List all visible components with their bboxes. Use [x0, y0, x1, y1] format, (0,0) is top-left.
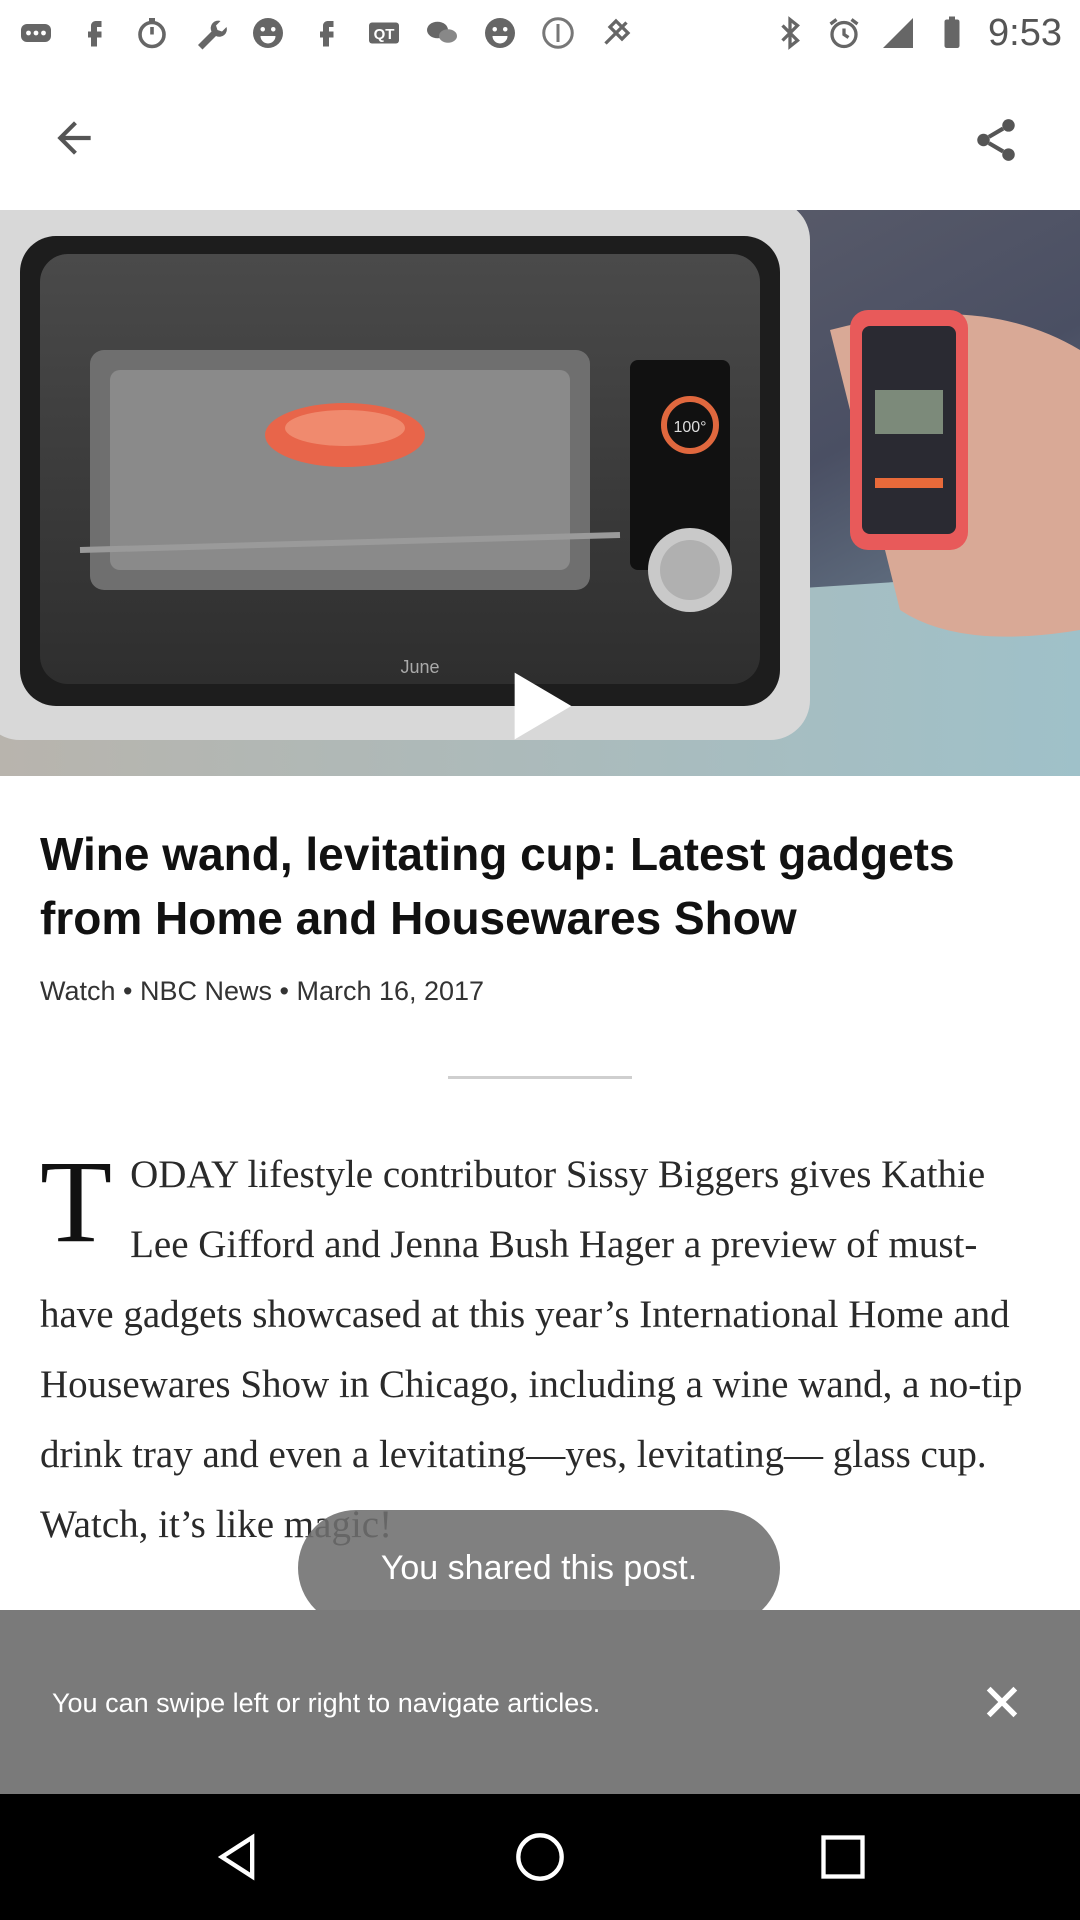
nav-recents-icon: [821, 1835, 865, 1879]
facebook-icon: [308, 15, 344, 51]
nav-recents-button[interactable]: [810, 1824, 876, 1890]
divider: [448, 1076, 632, 1079]
facebook-icon: [76, 15, 112, 51]
play-button[interactable]: [490, 658, 586, 754]
shared-toast: You shared this post.: [298, 1510, 780, 1626]
toast-message: You shared this post.: [380, 1548, 698, 1587]
notification-icons: QT: [18, 15, 772, 51]
emoji-icon: [250, 15, 286, 51]
share-icon: [977, 119, 1015, 161]
system-icons: 9:53: [772, 12, 1062, 55]
article-title: Wine wand, levitating cup: Latest gadget…: [40, 828, 955, 944]
snackbar-message: You can swipe left or right to navigate …: [52, 1688, 601, 1718]
nav-home-button[interactable]: [507, 1824, 573, 1890]
swipe-hint-snackbar: You can swipe left or right to navigate …: [0, 1610, 1080, 1794]
bluetooth-icon: [772, 15, 808, 51]
nav-back-button[interactable]: [204, 1824, 270, 1890]
share-button[interactable]: [960, 104, 1032, 176]
article-meta: Watch • NBC News • March 16, 2017: [40, 976, 485, 1006]
oven-readout: 100°: [673, 419, 706, 436]
nav-home-icon: [516, 1833, 564, 1881]
back-button[interactable]: [38, 102, 110, 174]
info-icon: [540, 15, 576, 51]
oven-brand: June: [400, 657, 439, 677]
wechat-icon: [424, 15, 460, 51]
drop-cap: T: [40, 1140, 113, 1267]
fake-gps-icon: [598, 15, 634, 51]
article-body-text: ODAY lifestyle contributor Sissy Biggers…: [40, 1153, 1023, 1546]
close-button[interactable]: [966, 1666, 1038, 1738]
nav-back-icon: [217, 1833, 255, 1881]
close-icon: [986, 1686, 1018, 1718]
alarm-icon: [826, 15, 862, 51]
stopwatch-icon: [134, 15, 170, 51]
qt-icon: QT: [366, 15, 402, 51]
video-player[interactable]: 100° June: [0, 210, 1080, 776]
status-time: 9:53: [988, 11, 1062, 54]
svg-text:QT: QT: [374, 26, 395, 43]
wrench-icon: [192, 15, 228, 51]
app-bar: [0, 66, 1080, 210]
navigation-bar: [0, 1794, 1080, 1920]
arrow-left-icon: [57, 121, 91, 155]
battery-icon: [934, 15, 970, 51]
status-bar: QT 9:53: [0, 0, 1080, 66]
play-icon: [514, 672, 572, 740]
messenger-icon: [18, 15, 54, 51]
emoji-icon: [482, 15, 518, 51]
signal-icon: [880, 15, 916, 51]
